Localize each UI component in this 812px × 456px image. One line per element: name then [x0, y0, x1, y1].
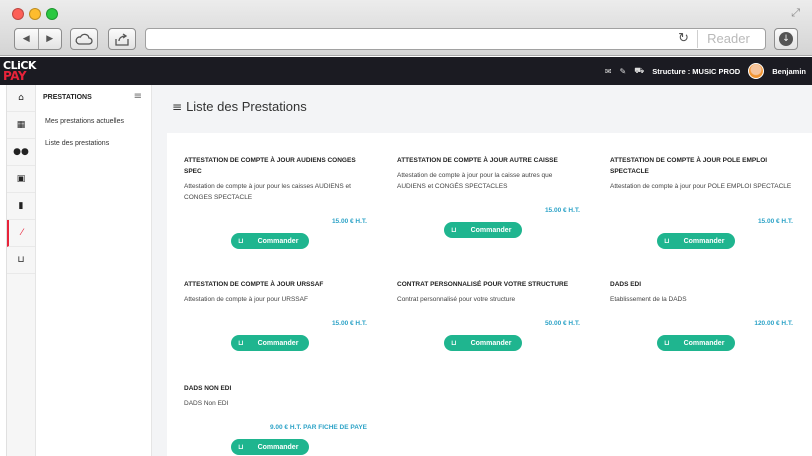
card-description: Attestation de compte à jour pour les ca… — [184, 183, 351, 201]
card-price: 15.00 € H.T. — [757, 218, 793, 225]
history-nav: ◀ ▶ — [14, 28, 62, 50]
card-description: Attestation de compte à jour pour la cai… — [397, 172, 553, 190]
avatar[interactable] — [748, 63, 765, 79]
prestation-card: ATTESTATION DE COMPTE À JOUR URSSAF Atte… — [184, 279, 369, 359]
forward-icon[interactable]: ▶ — [37, 29, 62, 49]
reload-icon[interactable]: ↻ — [678, 31, 689, 46]
card-description: Contrat personnalisé pour votre structur… — [397, 296, 516, 303]
fullscreen-icon[interactable]: ⤢ — [791, 6, 800, 20]
prestation-card: ATTESTATION DE COMPTE À JOUR POLE EMPLOI… — [610, 155, 795, 255]
wand-icon[interactable]: ⁄ — [7, 220, 35, 247]
page-title: ≡ Liste des Prestations — [172, 99, 307, 114]
home-icon[interactable]: ⌂ — [7, 85, 35, 112]
card-description: DADS Non EDI — [184, 400, 229, 407]
document-icon[interactable]: ▮ — [7, 193, 35, 220]
users-icon[interactable]: ●● — [7, 139, 35, 166]
cart-icon: ⊔ — [238, 237, 244, 245]
card-description: Attestation de compte à jour pour POLE E… — [610, 183, 792, 190]
card-title: DADS EDI — [610, 281, 642, 288]
money-icon[interactable]: ▣ — [7, 166, 35, 193]
edit-icon[interactable]: ✎ — [620, 67, 627, 76]
main-content: ≡ Liste des Prestations ATTESTATION DE CO… — [152, 85, 812, 456]
card-title: ATTESTATION DE COMPTE À JOUR AUTRE CAISS… — [397, 157, 558, 164]
back-icon[interactable]: ◀ — [15, 29, 38, 49]
download-icon: ↓ — [779, 32, 793, 46]
share-button[interactable] — [108, 28, 136, 50]
cart-icon: ⊔ — [451, 339, 457, 347]
minimize-window-button[interactable] — [29, 8, 41, 20]
prestation-card: CONTRAT PERSONNALISÉ POUR VOTRE STRUCTUR… — [397, 279, 582, 359]
card-title: ATTESTATION DE COMPTE À JOUR POLE EMPLOI… — [610, 157, 768, 175]
card-description: Attestation de compte à jour pour URSSAF — [184, 296, 308, 303]
reader-button[interactable]: Reader — [697, 30, 759, 48]
submenu-item-mes-prestations[interactable]: Mes prestations actuelles — [45, 118, 124, 125]
card-title: ATTESTATION DE COMPTE À JOUR URSSAF — [184, 281, 324, 288]
structure-label[interactable]: Structure : MUSIC PROD — [652, 67, 740, 76]
cart-icon: ⊔ — [238, 339, 244, 347]
header-right: ✉ ✎ ⛟ Structure : MUSIC PROD Benjamin — [605, 57, 806, 85]
app-header: CLiCK PAY ✉ ✎ ⛟ Structure : MUSIC PROD B… — [0, 57, 812, 85]
share-icon — [115, 32, 129, 46]
submenu-title: PRESTATIONS — [43, 94, 92, 101]
close-window-button[interactable] — [12, 8, 24, 20]
calculator-icon[interactable]: ▦ — [7, 112, 35, 139]
address-bar[interactable]: ↻ Reader — [145, 28, 766, 50]
page-header: ≡ Liste des Prestations — [152, 85, 812, 131]
prestations-grid: ATTESTATION DE COMPTE À JOUR AUDIENS CON… — [167, 133, 812, 456]
card-price: 50.00 € H.T. — [544, 320, 580, 327]
card-description: Etablissement de la DADS — [610, 296, 687, 303]
prestation-card: ATTESTATION DE COMPTE À JOUR AUDIENS CON… — [184, 155, 369, 255]
commander-button[interactable]: ⊔ Commander — [657, 335, 735, 351]
browser-toolbar: ⤢ ◀ ▶ ↻ Reader ↓ — [0, 0, 812, 56]
card-price: 120.00 € H.T. — [754, 320, 793, 327]
commander-button[interactable]: ⊔ Commander — [231, 335, 309, 351]
cart-icon: ⊔ — [238, 443, 244, 451]
card-title: DADS NON EDI — [184, 385, 232, 392]
cart-icon: ⊔ — [451, 226, 457, 234]
clickpay-logo[interactable]: CLiCK PAY — [0, 57, 37, 85]
commander-button[interactable]: ⊔ Commander — [231, 439, 309, 455]
commander-button[interactable]: ⊔ Commander — [444, 335, 522, 351]
mail-icon[interactable]: ✉ — [605, 67, 612, 76]
cart-icon[interactable]: ⊔ — [7, 247, 35, 274]
card-price: 15.00 € H.T. — [544, 207, 580, 214]
prestation-card: ATTESTATION DE COMPTE À JOUR AUTRE CAISS… — [397, 155, 582, 255]
cart-icon: ⊔ — [664, 339, 670, 347]
commander-button[interactable]: ⊔ Commander — [231, 233, 309, 249]
prestations-menu: PRESTATIONS ≡ Mes prestations actuelles … — [36, 85, 152, 456]
user-name[interactable]: Benjamin — [772, 67, 806, 76]
commander-button[interactable]: ⊔ Commander — [657, 233, 735, 249]
prestation-card: DADS NON EDI DADS Non EDI 9.00 € H.T. PA… — [184, 383, 369, 455]
card-title: ATTESTATION DE COMPTE À JOUR AUDIENS CON… — [184, 157, 356, 175]
list-icon: ≡ — [172, 100, 183, 114]
card-title: CONTRAT PERSONNALISÉ POUR VOTRE STRUCTUR… — [397, 281, 569, 288]
card-price: 9.00 € H.T. PAR FICHE DE PAYE — [269, 424, 367, 431]
commander-button[interactable]: ⊔ Commander — [444, 222, 522, 238]
cloud-button[interactable] — [70, 28, 98, 50]
prestation-card: DADS EDI Etablissement de la DADS 120.00… — [610, 279, 795, 359]
cloud-icon — [75, 33, 93, 45]
window-controls — [12, 8, 58, 20]
download-button[interactable]: ↓ — [774, 28, 798, 50]
icon-sidebar: ⌂ ▦ ●● ▣ ▮ ⁄ ⊔ — [6, 85, 36, 456]
zoom-window-button[interactable] — [46, 8, 58, 20]
cart-icon: ⊔ — [664, 237, 670, 245]
card-price: 15.00 € H.T. — [331, 320, 367, 327]
submenu-item-liste-prestations[interactable]: Liste des prestations — [45, 140, 109, 147]
truck-icon: ⛟ — [634, 66, 645, 75]
menu-icon[interactable]: ≡ — [134, 91, 142, 102]
card-price: 15.00 € H.T. — [331, 218, 367, 225]
